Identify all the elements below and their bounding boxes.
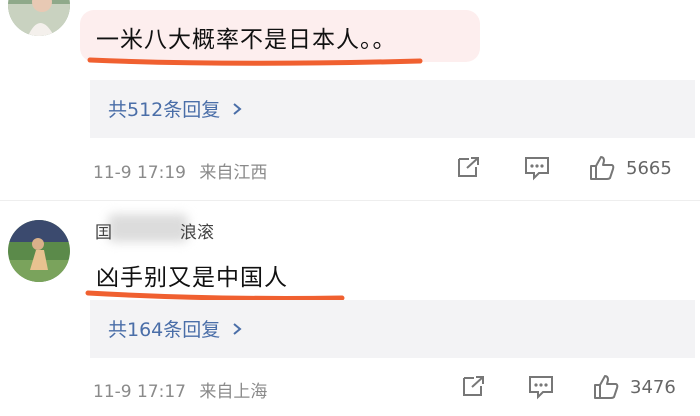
comment-meta: 11-9 17:19 来自江西 xyxy=(93,158,275,183)
comment-icon[interactable] xyxy=(527,374,555,404)
reply-count-label: 共512条回复 xyxy=(108,99,221,121)
view-replies-link[interactable]: 共512条回复 xyxy=(108,95,242,122)
comment-icon[interactable] xyxy=(523,155,551,185)
comment-meta: 11-9 17:17 来自上海 xyxy=(93,377,275,402)
divider xyxy=(0,200,700,201)
chevron-right-icon xyxy=(232,319,242,341)
share-icon[interactable] xyxy=(461,374,487,402)
comment-text: 凶手别又是中国人 xyxy=(96,265,288,291)
underline-mark xyxy=(87,57,423,66)
like-count: 5665 xyxy=(626,158,672,179)
comment-location: 来自江西 xyxy=(199,163,268,183)
like-icon[interactable] xyxy=(592,373,620,405)
like-count: 3476 xyxy=(630,377,676,398)
reply-box[interactable]: 共164条回复 xyxy=(90,300,695,358)
share-icon[interactable] xyxy=(456,155,482,183)
comment-date: 11-9 17:19 xyxy=(93,163,186,183)
reply-box[interactable]: 共512条回复 xyxy=(90,80,695,138)
avatar[interactable] xyxy=(8,0,70,36)
comment-date: 11-9 17:17 xyxy=(93,382,186,402)
avatar[interactable] xyxy=(8,220,70,282)
comment-location: 来自上海 xyxy=(199,382,268,402)
reply-count-label: 共164条回复 xyxy=(108,319,221,341)
like-icon[interactable] xyxy=(588,154,616,186)
comment-text: 一米八大概率不是日本人。。 xyxy=(96,27,397,53)
view-replies-link[interactable]: 共164条回复 xyxy=(108,315,242,342)
username[interactable]: 囯 浪滚 xyxy=(95,218,214,243)
chevron-right-icon xyxy=(232,99,242,121)
